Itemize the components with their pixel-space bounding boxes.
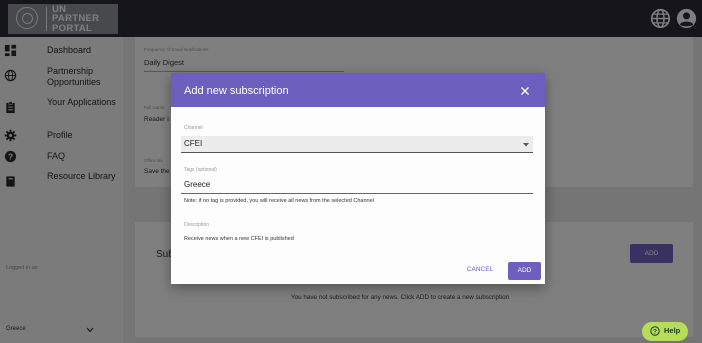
dialog-title: Add new subscription [184,85,289,97]
dialog-header: Add new subscription [171,73,545,107]
help-circle-icon: ? [650,326,660,336]
tags-value: Greece [184,180,211,189]
cancel-button[interactable]: CANCEL [462,262,498,278]
svg-text:?: ? [653,328,657,335]
tags-note: Note: if no tag is provided, you will re… [184,198,374,204]
add-subscription-dialog: Add new subscription Channel CFEI Tags (… [171,73,545,284]
add-button[interactable]: ADD [508,262,541,280]
channel-select[interactable]: CFEI [181,136,533,153]
channel-value: CFEI [184,139,203,148]
help-label: Help [664,326,681,335]
tags-label: Tags (optional) [184,167,217,173]
close-icon[interactable] [520,86,530,96]
dropdown-arrow-icon [523,143,529,147]
help-button[interactable]: ? Help [642,322,688,341]
description-value: Receive news when a new CFEI is publishe… [184,236,294,242]
channel-label: Channel [184,125,203,131]
description-label: Description [184,222,210,228]
tags-input[interactable]: Greece [181,179,533,194]
